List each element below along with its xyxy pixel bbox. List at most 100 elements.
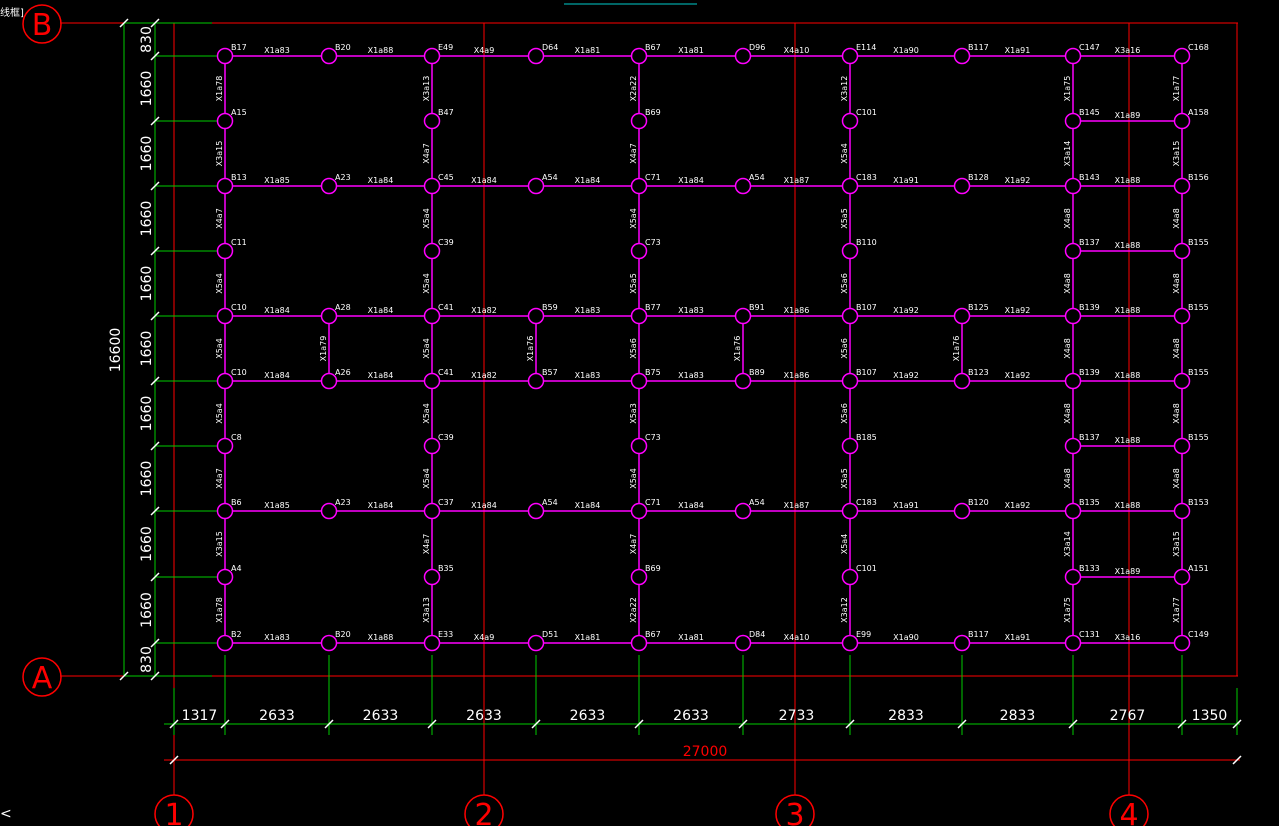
horizontal-dim-label: 1350 [1192, 708, 1228, 724]
node-label: C168 [1188, 43, 1209, 52]
beam-label: X1a84 [575, 176, 601, 185]
node-label: C73 [645, 433, 661, 442]
horizontal-dim-label: 2767 [1110, 708, 1146, 724]
beam-label: X3a12 [840, 597, 849, 623]
beam-label: X1a84 [368, 176, 394, 185]
beam-label: X1a89 [1115, 567, 1141, 576]
node-label: C131 [1079, 630, 1100, 639]
node-label: B17 [231, 43, 247, 52]
node-label: B59 [542, 303, 558, 312]
node-label: B155 [1188, 303, 1209, 312]
beam-label: X3a16 [1115, 633, 1141, 642]
node-label: D64 [542, 43, 558, 52]
node-label: C71 [645, 498, 661, 507]
node-label: A4 [231, 564, 242, 573]
node-label: C41 [438, 368, 454, 377]
node-label: B137 [1079, 433, 1100, 442]
beam-label: X5a4 [422, 338, 431, 359]
beam-label: X1a83 [264, 633, 290, 642]
beam-label: X1a88 [1115, 241, 1141, 250]
beam-label: X5a5 [840, 208, 849, 229]
node-label: B117 [968, 630, 989, 639]
beam-label: X5a4 [629, 208, 638, 229]
horizontal-dim-label: 2633 [466, 708, 502, 724]
beam-label: X5a4 [629, 468, 638, 489]
beam-label: X4a8 [1063, 338, 1072, 359]
beam-label: X5a4 [422, 208, 431, 229]
beam-label: X1a85 [264, 501, 290, 510]
beam-label: X1a84 [678, 176, 704, 185]
beam-label: X1a88 [1115, 371, 1141, 380]
beam-label: X1a79 [319, 336, 328, 362]
node-label: C37 [438, 498, 454, 507]
horizontal-dim-label: 2633 [673, 708, 709, 724]
node-label: A54 [749, 173, 765, 182]
beam-label: X5a6 [629, 338, 638, 359]
beam-label: X4a7 [215, 468, 224, 489]
beam-label: X1a77 [1172, 597, 1181, 623]
beam-label: X3a13 [422, 597, 431, 623]
beam-label: X1a84 [368, 501, 394, 510]
beam-label: X5a5 [629, 273, 638, 294]
beam-label: X1a84 [471, 176, 497, 185]
node-label: A23 [335, 173, 351, 182]
axis-label-col: 2 [474, 798, 493, 826]
beam-label: X4a8 [1063, 468, 1072, 489]
beam-label: X1a91 [893, 501, 919, 510]
node-label: B67 [645, 630, 661, 639]
beam-label: X5a4 [840, 143, 849, 164]
node-label: C39 [438, 238, 454, 247]
vertical-dim-label: 830 [139, 26, 155, 53]
beam-label: X1a83 [678, 306, 704, 315]
vertical-dim-label: 1660 [139, 331, 155, 367]
vertical-dim-label: 1660 [139, 136, 155, 172]
structural-drawing-canvas[interactable]: B A 1 2 3 4 830 1660 1660 1660 1660 1660 1660 1660 166… [0, 0, 1279, 826]
node-label: C101 [856, 108, 877, 117]
beam-label: X1a88 [368, 633, 394, 642]
node-label: B155 [1188, 238, 1209, 247]
beam-label: X3a15 [215, 141, 224, 167]
beam-label: X5a6 [840, 273, 849, 294]
node-label: E49 [438, 43, 453, 52]
node-label: B128 [968, 173, 989, 182]
beam-label: X5a4 [215, 403, 224, 424]
node-label: B156 [1188, 173, 1209, 182]
beam-label: X1a81 [575, 633, 601, 642]
node-label: C11 [231, 238, 247, 247]
vertical-dim-label: 1660 [139, 201, 155, 237]
vertical-dim-label: 1660 [139, 396, 155, 432]
node-label: B107 [856, 368, 877, 377]
node-label: B75 [645, 368, 661, 377]
beam-label: X1a83 [575, 306, 601, 315]
beam-label: X5a4 [422, 468, 431, 489]
node-label: A28 [335, 303, 351, 312]
horizontal-dim-label: 2833 [888, 708, 924, 724]
beam-label: X3a14 [1063, 531, 1072, 557]
beam-label: X1a92 [893, 306, 919, 315]
node-label: B47 [438, 108, 454, 117]
node-label: B139 [1079, 303, 1100, 312]
node-label: C39 [438, 433, 454, 442]
beam-label: X1a75 [1063, 76, 1072, 102]
node-label: B110 [856, 238, 877, 247]
beam-label: X5a3 [629, 403, 638, 424]
beam-label: X1a83 [575, 371, 601, 380]
node-label: A151 [1188, 564, 1209, 573]
node-label: A54 [542, 173, 558, 182]
node-label: B35 [438, 564, 454, 573]
axis-label-row: B [32, 8, 53, 43]
axis-label-col: 3 [785, 798, 804, 826]
node-label: B153 [1188, 498, 1209, 507]
horizontal-total-label: 27000 [683, 744, 728, 760]
horizontal-dim-label: 2833 [1000, 708, 1036, 724]
beam-label: X1a90 [893, 633, 919, 642]
beam-label: X1a88 [1115, 436, 1141, 445]
node-label: B2 [231, 630, 242, 639]
beam-label: X1a92 [893, 371, 919, 380]
beam-label: X1a84 [264, 371, 290, 380]
node-label: B155 [1188, 368, 1209, 377]
beam-label: X3a15 [1172, 531, 1181, 557]
node-label: B20 [335, 43, 351, 52]
node-label: B107 [856, 303, 877, 312]
beam-label: X4a8 [1063, 403, 1072, 424]
